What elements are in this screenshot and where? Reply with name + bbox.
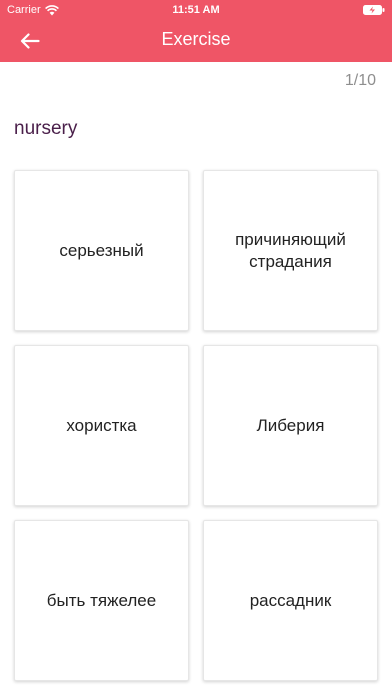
status-time: 11:51 AM	[172, 4, 220, 16]
answer-option[interactable]: серьезный	[14, 170, 189, 331]
answer-option-label: причиняющий страдания	[235, 229, 346, 271]
question-word: nursery	[14, 118, 78, 139]
battery-charging-icon	[363, 5, 385, 15]
answer-option[interactable]: хористка	[14, 345, 189, 506]
answer-option-label: хористка	[66, 415, 137, 435]
progress-counter: 1/10	[344, 72, 376, 89]
status-bar: Carrier 11:51 AM	[0, 0, 392, 20]
app-screen: Carrier 11:51 AM Exercise 1/10 nursery с…	[0, 0, 392, 696]
answer-option-label: рассадник	[249, 590, 332, 610]
answer-option[interactable]: рассадник	[203, 520, 378, 681]
answer-option[interactable]: быть тяжелее	[14, 520, 189, 681]
answer-options: серьезный причиняющий страдания хористка…	[14, 170, 378, 681]
answer-option-label: Либерия	[256, 415, 325, 435]
page-title: Exercise	[161, 29, 231, 49]
nav-bar: Exercise	[0, 20, 392, 62]
answer-option[interactable]: Либерия	[203, 345, 378, 506]
answer-option-label: серьезный	[59, 240, 144, 260]
answer-option-label: быть тяжелее	[46, 590, 157, 610]
answer-option[interactable]: причиняющий страдания	[203, 170, 378, 331]
header: Carrier 11:51 AM Exercise	[0, 0, 392, 62]
